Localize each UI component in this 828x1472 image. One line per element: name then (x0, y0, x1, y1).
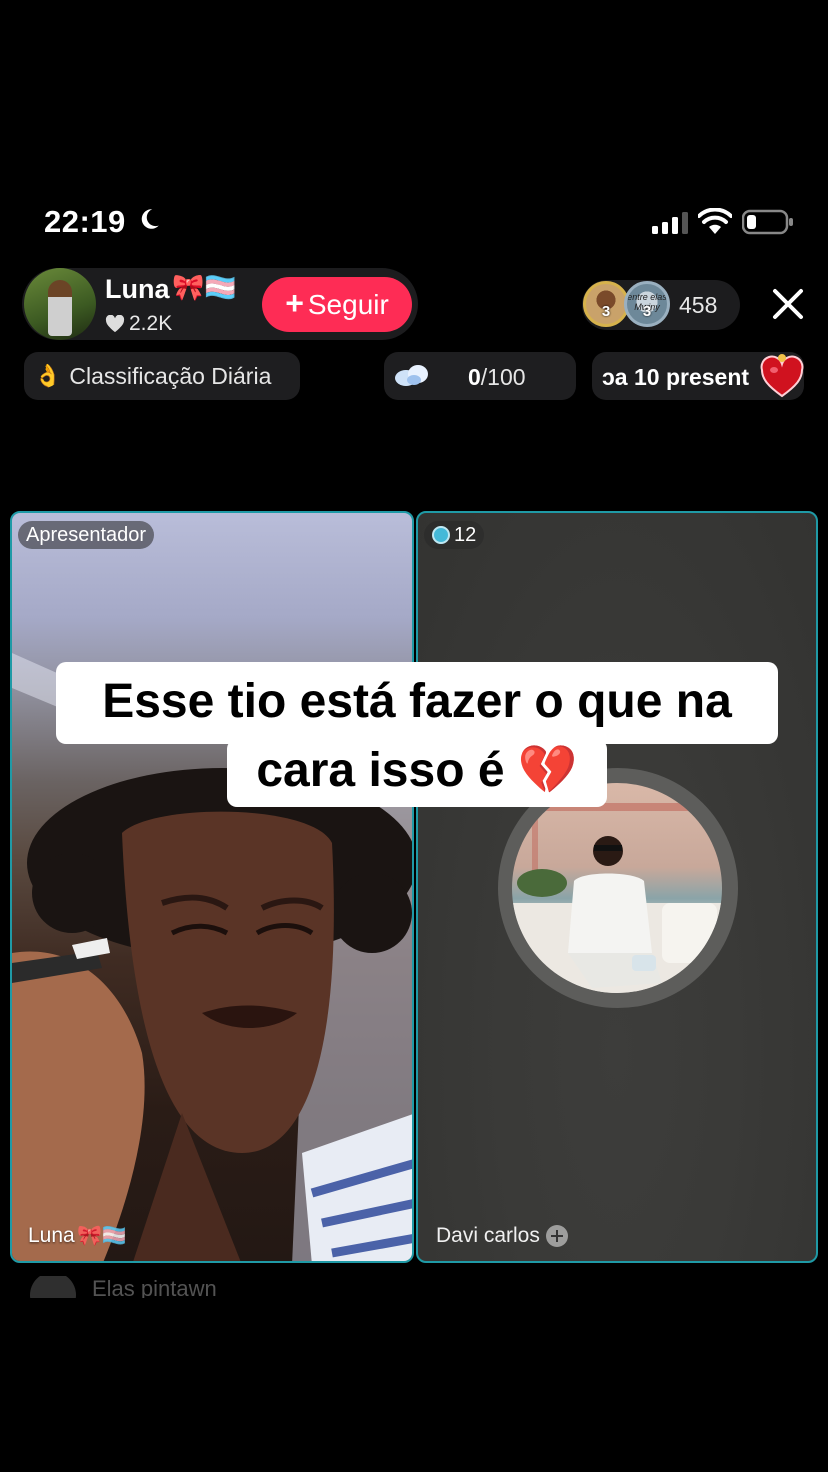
guest-avatar[interactable] (512, 783, 722, 993)
status-time: 22:19 (44, 204, 126, 239)
host-role-tag: Apresentador (18, 521, 155, 549)
host-name[interactable]: Luna (105, 274, 170, 305)
host-likes: 2.2K (105, 312, 172, 336)
comment-avatar (30, 1276, 76, 1298)
viewer-rank: 3 (601, 303, 611, 320)
goal-total: /100 (480, 364, 526, 390)
gift-label: ɔa 10 present (602, 364, 750, 390)
signal-icon (652, 212, 688, 234)
guest-avatar-photo (512, 803, 722, 993)
goal-progress: 0/100 (468, 364, 526, 391)
daily-ranking-label: Classificação Diária (69, 362, 272, 389)
host-name-emoji: 🎀🏳️‍⚧️ (172, 272, 237, 302)
viewer-count[interactable]: 458 (679, 292, 717, 319)
host-panel-name[interactable]: Luna (28, 1224, 75, 1248)
ok-hand-icon: 👌 (34, 363, 62, 388)
viewer-rank: 3 (642, 303, 652, 320)
guest-panel-name[interactable]: Davi carlos (436, 1224, 568, 1248)
score-gem-icon (432, 526, 450, 544)
goal-done: 0 (468, 364, 481, 390)
wifi-icon (698, 208, 732, 234)
follow-button[interactable]: + Seguir (262, 277, 412, 332)
guest-name: Davi carlos (436, 1224, 540, 1247)
caption-line-1: Esse tio está fazer o que na (102, 675, 732, 728)
guest-score-tag: 12 (424, 521, 485, 549)
moon-icon (141, 209, 159, 229)
caption-line-2: cara isso é 💔 (256, 744, 578, 797)
close-icon[interactable] (770, 286, 806, 322)
daily-ranking-pill[interactable]: 👌 Classificação Diária (24, 352, 300, 400)
guest-score: 12 (454, 523, 477, 546)
comment-text: Elas pintawn (92, 1276, 217, 1298)
host-avatar-figure (48, 280, 72, 336)
follow-label: Seguir (307, 288, 389, 320)
plus-icon: + (285, 284, 304, 321)
status-bar: 22:19 (0, 200, 828, 244)
gift-heart-icon[interactable] (760, 352, 804, 400)
comment-item: Elas pintawn (30, 1276, 217, 1298)
add-icon[interactable] (545, 1225, 568, 1247)
host-video-panel[interactable] (10, 511, 414, 1263)
goal-pill[interactable]: 0/100 (384, 352, 576, 400)
heart-icon (105, 315, 125, 333)
host-avatar[interactable] (24, 268, 96, 340)
host-likes-count: 2.2K (129, 312, 173, 335)
host-panel-name-emoji: 🎀🏳️‍⚧️ (77, 1225, 127, 1247)
battery-icon (742, 209, 793, 235)
wings-icon (395, 365, 428, 386)
host-video-frame (12, 653, 412, 1261)
